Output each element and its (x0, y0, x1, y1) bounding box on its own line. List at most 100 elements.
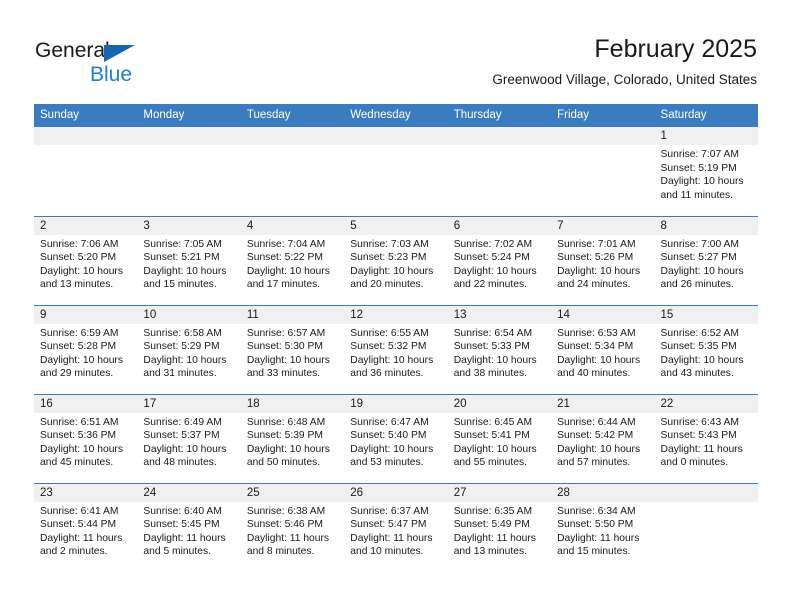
sunrise-text: Sunrise: 6:49 AM (143, 416, 222, 428)
calendar-day-cell[interactable]: 27 Sunrise: 6:35 AM Sunset: 5:49 PM Dayligh… (447, 482, 552, 572)
day-number: 28 (551, 483, 655, 502)
day-details: Sunrise: 7:00 AM Sunset: 5:27 PM Daylight:… (655, 235, 758, 292)
day-number (551, 127, 655, 145)
calendar-day-cell[interactable]: 20 Sunrise: 6:45 AM Sunset: 5:41 PM Dayligh… (447, 393, 552, 483)
sunrise-text: Sunrise: 7:02 AM (453, 238, 533, 250)
calendar-day-cell[interactable]: 1 Sunrise: 7:07 AM Sunset: 5:19 PM Daylight… (654, 127, 758, 216)
daylight-text-line1: Daylight: 10 hours (660, 354, 744, 366)
calendar-day-cell[interactable]: 22 Sunrise: 6:43 AM Sunset: 5:43 PM Dayligh… (654, 393, 758, 483)
daylight-text-line2: and 55 minutes. (453, 457, 527, 469)
weekday-header-friday: Friday (551, 104, 655, 127)
daylight-text-line2: and 29 minutes. (40, 368, 114, 380)
sunrise-text: Sunrise: 6:55 AM (350, 327, 429, 339)
sunset-text: Sunset: 5:30 PM (246, 341, 323, 353)
sunrise-text: Sunrise: 7:07 AM (660, 149, 739, 160)
daylight-text-line2: and 26 minutes. (660, 279, 734, 291)
calendar-day-cell[interactable]: 3 Sunrise: 7:05 AM Sunset: 5:21 PM Daylight… (137, 215, 241, 305)
daylight-text-line1: Daylight: 10 hours (143, 265, 227, 277)
sunrise-text: Sunrise: 7:05 AM (143, 238, 222, 250)
daylight-text-line2: and 10 minutes. (350, 546, 424, 558)
calendar-day-cell[interactable]: 8 Sunrise: 7:00 AM Sunset: 5:27 PM Daylight… (654, 215, 758, 305)
sunrise-text: Sunrise: 6:45 AM (453, 416, 533, 428)
day-details: Sunrise: 6:41 AM Sunset: 5:44 PM Daylight:… (34, 502, 137, 559)
sunrise-text: Sunrise: 6:58 AM (143, 327, 222, 339)
day-number: 23 (34, 483, 138, 502)
sunset-text: Sunset: 5:28 PM (40, 341, 117, 353)
daylight-text-line1: Daylight: 10 hours (40, 443, 123, 455)
sunset-text: Sunset: 5:29 PM (143, 341, 220, 353)
calendar-day-cell[interactable]: 2 Sunrise: 7:06 AM Sunset: 5:20 PM Daylight… (34, 215, 138, 305)
calendar-day-cell[interactable]: 18 Sunrise: 6:48 AM Sunset: 5:39 PM Dayligh… (240, 393, 345, 483)
calendar-day-cell[interactable]: 7 Sunrise: 7:01 AM Sunset: 5:26 PM Daylight… (551, 215, 655, 305)
sunset-text: Sunset: 5:46 PM (246, 519, 323, 531)
sunset-text: Sunset: 5:40 PM (350, 430, 427, 442)
day-number: 17 (137, 394, 241, 413)
calendar-day-cell[interactable]: 10 Sunrise: 6:58 AM Sunset: 5:29 PM Dayligh… (137, 304, 241, 394)
weekday-header-thursday: Thursday (447, 104, 552, 127)
day-details: Sunrise: 7:06 AM Sunset: 5:20 PM Daylight:… (34, 235, 137, 292)
daylight-text-line2: and 38 minutes. (453, 368, 527, 380)
day-number: 24 (137, 483, 241, 502)
day-number (654, 483, 758, 502)
calendar-day-cell[interactable]: 26 Sunrise: 6:37 AM Sunset: 5:47 PM Dayligh… (344, 482, 448, 572)
calendar-body: 1 Sunrise: 7:07 AM Sunset: 5:19 PM Daylight… (34, 127, 758, 572)
calendar-day-cell[interactable]: 25 Sunrise: 6:38 AM Sunset: 5:46 PM Dayligh… (240, 482, 345, 572)
day-details: Sunrise: 7:03 AM Sunset: 5:23 PM Daylight:… (344, 235, 447, 292)
calendar-day-cell[interactable]: 14 Sunrise: 6:53 AM Sunset: 5:34 PM Dayligh… (551, 304, 655, 394)
day-number: 14 (551, 305, 655, 324)
calendar-day-cell[interactable]: 16 Sunrise: 6:51 AM Sunset: 5:36 PM Dayligh… (34, 393, 138, 483)
day-number (240, 127, 345, 145)
sunset-text: Sunset: 5:20 PM (40, 252, 117, 264)
daylight-text-line1: Daylight: 10 hours (246, 265, 330, 277)
day-number: 13 (447, 305, 552, 324)
location-subtitle: Greenwood Village, Colorado, United Stat… (492, 72, 757, 87)
daylight-text-line1: Daylight: 10 hours (453, 354, 537, 366)
calendar-day-cell[interactable]: 5 Sunrise: 7:03 AM Sunset: 5:23 PM Daylight… (344, 215, 448, 305)
day-number: 10 (137, 305, 241, 324)
calendar-day-cell[interactable]: 15 Sunrise: 6:52 AM Sunset: 5:35 PM Dayligh… (654, 304, 758, 394)
day-details: Sunrise: 6:54 AM Sunset: 5:33 PM Daylight:… (448, 324, 551, 381)
weekday-header-tuesday: Tuesday (240, 104, 345, 127)
calendar-day-cell[interactable]: 24 Sunrise: 6:40 AM Sunset: 5:45 PM Dayligh… (137, 482, 241, 572)
day-number: 15 (654, 305, 758, 324)
calendar-day-cell[interactable]: 19 Sunrise: 6:47 AM Sunset: 5:40 PM Dayligh… (344, 393, 448, 483)
daylight-text-line1: Daylight: 10 hours (453, 265, 537, 277)
weekday-header-wednesday: Wednesday (344, 104, 448, 127)
sunrise-text: Sunrise: 7:01 AM (557, 238, 636, 250)
day-details: Sunrise: 7:04 AM Sunset: 5:22 PM Daylight:… (241, 235, 344, 292)
brand-logo[interactable]: General Blue (35, 40, 135, 86)
sunset-text: Sunset: 5:47 PM (350, 519, 427, 531)
calendar-day-cell[interactable]: 11 Sunrise: 6:57 AM Sunset: 5:30 PM Dayligh… (240, 304, 345, 394)
sunrise-text: Sunrise: 6:38 AM (246, 505, 326, 517)
sunrise-text: Sunrise: 7:03 AM (350, 238, 429, 250)
calendar-week-row: 9 Sunrise: 6:59 AM Sunset: 5:28 PM Daylight… (34, 304, 758, 394)
daylight-text-line1: Daylight: 10 hours (350, 265, 434, 277)
daylight-text-line1: Daylight: 10 hours (660, 265, 744, 277)
day-details: Sunrise: 7:05 AM Sunset: 5:21 PM Daylight:… (137, 235, 240, 292)
sunrise-text: Sunrise: 6:43 AM (660, 416, 739, 428)
day-number: 12 (344, 305, 448, 324)
calendar-day-cell[interactable]: 21 Sunrise: 6:44 AM Sunset: 5:42 PM Dayligh… (551, 393, 655, 483)
sunset-text: Sunset: 5:33 PM (453, 341, 530, 353)
daylight-text-line1: Daylight: 11 hours (350, 532, 433, 544)
day-number: 7 (551, 216, 655, 235)
calendar-day-cell[interactable]: 23 Sunrise: 6:41 AM Sunset: 5:44 PM Dayligh… (34, 482, 138, 572)
sunrise-text: Sunrise: 6:51 AM (40, 416, 119, 428)
daylight-text-line2: and 53 minutes. (350, 457, 424, 469)
calendar-day-cell[interactable]: 17 Sunrise: 6:49 AM Sunset: 5:37 PM Dayligh… (137, 393, 241, 483)
daylight-text-line2: and 11 minutes. (660, 189, 734, 201)
day-number: 8 (654, 216, 758, 235)
daylight-text-line2: and 15 minutes. (557, 546, 631, 558)
calendar-week-row: 16 Sunrise: 6:51 AM Sunset: 5:36 PM Dayligh… (34, 393, 758, 483)
title-block: February 2025 Greenwood Village, Colorad… (492, 34, 757, 88)
calendar-day-cell[interactable]: 4 Sunrise: 7:04 AM Sunset: 5:22 PM Daylight… (240, 215, 345, 305)
calendar-day-cell[interactable]: 12 Sunrise: 6:55 AM Sunset: 5:32 PM Dayligh… (344, 304, 448, 394)
calendar-day-cell[interactable]: 28 Sunrise: 6:34 AM Sunset: 5:50 PM Dayligh… (551, 482, 655, 572)
calendar-day-cell[interactable]: 13 Sunrise: 6:54 AM Sunset: 5:33 PM Dayligh… (447, 304, 552, 394)
day-number: 2 (34, 216, 138, 235)
calendar-week-row: 1 Sunrise: 7:07 AM Sunset: 5:19 PM Daylight… (34, 127, 758, 216)
day-details: Sunrise: 7:02 AM Sunset: 5:24 PM Daylight:… (448, 235, 551, 292)
sunset-text: Sunset: 5:34 PM (557, 341, 634, 353)
calendar-day-cell[interactable]: 6 Sunrise: 7:02 AM Sunset: 5:24 PM Daylight… (447, 215, 552, 305)
calendar-day-cell[interactable]: 9 Sunrise: 6:59 AM Sunset: 5:28 PM Daylight… (34, 304, 138, 394)
